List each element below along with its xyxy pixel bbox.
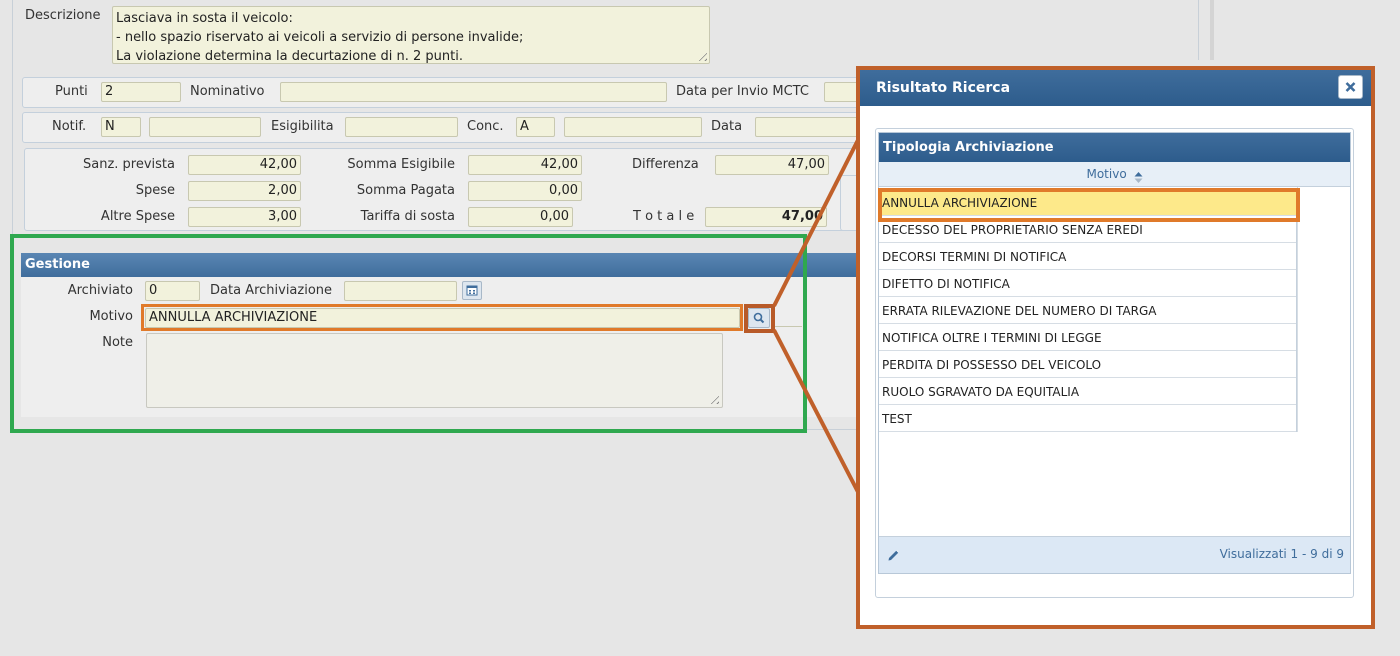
list-item[interactable]: DECORSI TERMINI DI NOTIFICA	[879, 244, 1297, 270]
grid-rows: ANNULLA ARCHIVIAZIONE DECESSO DEL PROPRI…	[879, 190, 1299, 433]
pager-text: Visualizzati 1 - 9 di 9	[1219, 547, 1344, 561]
list-item[interactable]: RUOLO SGRAVATO DA EQUITALIA	[879, 379, 1297, 405]
grid-title-bar: Tipologia Archiviazione	[879, 133, 1350, 162]
grid-rows-right-border	[1296, 190, 1297, 432]
list-item[interactable]: ERRATA RILEVAZIONE DEL NUMERO DI TARGA	[879, 298, 1297, 324]
dialog-close-button[interactable]	[1338, 75, 1363, 99]
column-header-motivo[interactable]: Motivo	[879, 162, 1350, 187]
annotation-selected-row-box	[878, 188, 1300, 222]
pencil-icon[interactable]	[887, 548, 901, 562]
list-item[interactable]: TEST	[879, 406, 1297, 432]
sort-icon[interactable]	[1134, 168, 1143, 183]
dialog-title-bar: Risultato Ricerca	[860, 70, 1371, 106]
grid-title: Tipologia Archiviazione	[883, 140, 1054, 155]
list-item[interactable]: NOTIFICA OLTRE I TERMINI DI LEGGE	[879, 325, 1297, 351]
column-header-label: Motivo	[1086, 167, 1127, 181]
list-item[interactable]: DIFETTO DI NOTIFICA	[879, 271, 1297, 297]
risultato-ricerca-dialog: Risultato Ricerca Tipologia Archiviazion…	[860, 70, 1371, 625]
list-item[interactable]: PERDITA DI POSSESSO DEL VEICOLO	[879, 352, 1297, 378]
close-icon	[1345, 82, 1356, 92]
dialog-title: Risultato Ricerca	[876, 80, 1011, 96]
grid-pager: Visualizzati 1 - 9 di 9	[879, 536, 1350, 573]
